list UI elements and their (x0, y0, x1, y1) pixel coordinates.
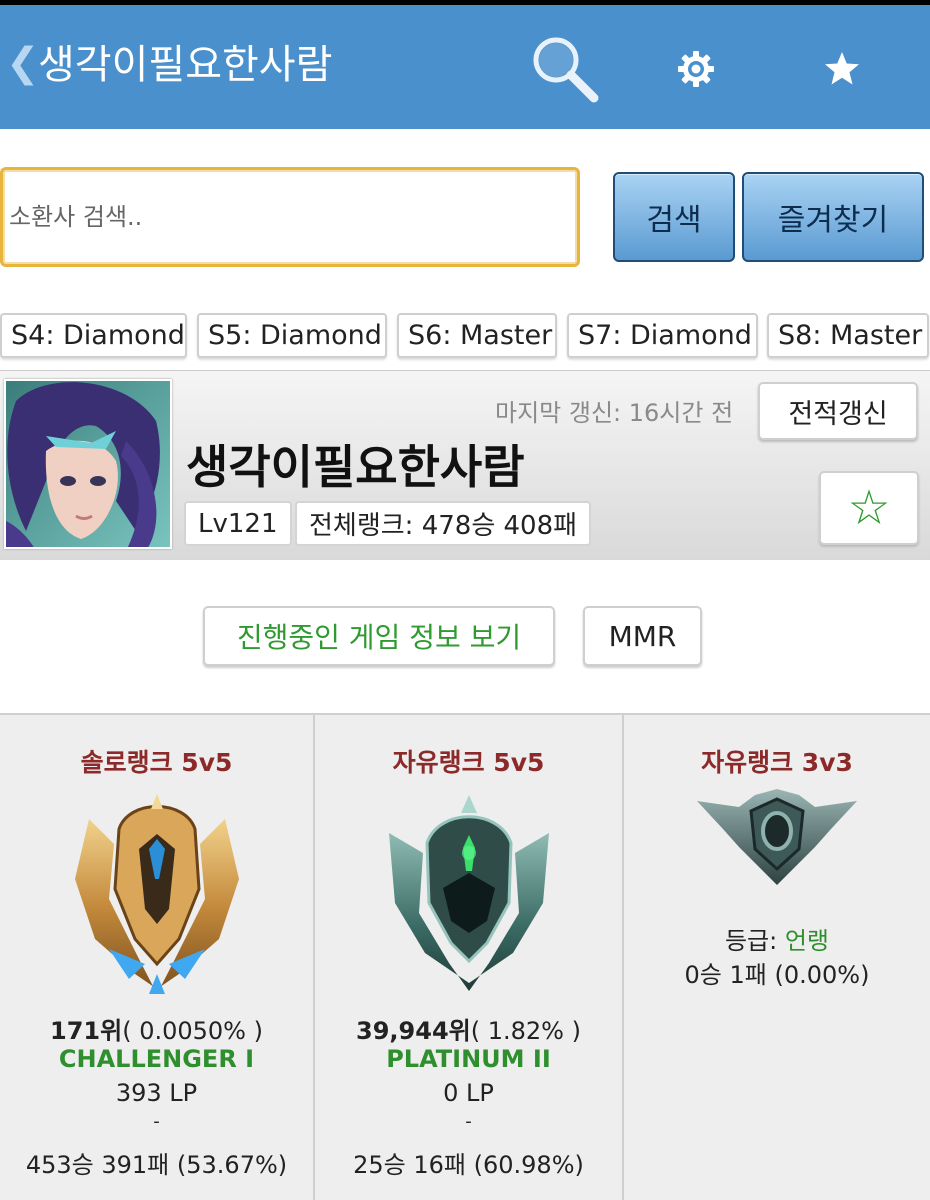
live-game-button[interactable]: 진행중인 게임 정보 보기 (203, 606, 555, 666)
app-header: ❮ 생각이필요한사람 (0, 5, 930, 129)
queue-title: 솔로랭크 5v5 (80, 748, 233, 777)
summoner-name: 생각이필요한사람 (186, 440, 525, 494)
search-icon[interactable] (525, 29, 605, 109)
rank-section: 솔로랭크 5v5 171위( 0.0050%) CHALLENGER I 39… (0, 713, 930, 1200)
win-loss-record: 25승 16패 (60.98%) (353, 1151, 584, 1179)
season-badge: S6: Master (397, 313, 557, 358)
rank-card-flex: 자유랭크 5v5 39,944위( 1.82% ) PLATINUM II 0 … (315, 715, 624, 1200)
rank-position: 39,944위( 1.82% ) (315, 1011, 622, 1046)
league-points: 0 LP (443, 1079, 494, 1107)
win-loss-record: 0승 1패 (0.00%) (684, 961, 870, 989)
grade-value: 언랭 (784, 927, 830, 955)
total-rank-badge: 전체랭크: 478승 408패 (295, 501, 592, 546)
favorite-star-button[interactable]: ☆ (819, 471, 919, 545)
ladder-rank: 39,944위 (356, 1017, 471, 1045)
rank-position: 171위( 0.0050% ) (0, 1011, 313, 1046)
star-icon[interactable] (802, 29, 882, 109)
season-badge: S7: Diamond (567, 313, 758, 358)
queue-title: 자유랭크 5v5 (392, 748, 545, 777)
last-update-text: 마지막 갱신: 16시간 전 (495, 399, 734, 427)
gear-icon[interactable] (656, 29, 736, 109)
profile-panel: 마지막 갱신: 16시간 전 전적갱신 생각이필요한사람 Lv121 전체랭크:… (0, 370, 930, 560)
platinum-emblem-icon (383, 793, 555, 997)
season-badge: S4: Diamond (0, 313, 187, 358)
ladder-rank: 171위 (50, 1017, 123, 1045)
queue-title: 자유랭크 3v3 (701, 748, 853, 777)
grade-label: 등급: (724, 927, 785, 955)
summoner-search-input[interactable] (0, 167, 580, 267)
star-outline-icon: ☆ (847, 480, 891, 536)
ladder-percent: ( 1.82% ) (470, 1017, 581, 1045)
ladder-percent: ( 0.0050% ) (122, 1017, 263, 1045)
back-icon[interactable]: ❮ (6, 43, 40, 83)
challenger-emblem-icon (69, 789, 245, 1003)
favorites-button[interactable]: 즐겨찾기 (742, 172, 924, 262)
season-badge: S8: Master (767, 313, 929, 358)
tier-label: PLATINUM II (386, 1045, 551, 1073)
unranked-emblem-icon (695, 787, 859, 895)
grade-line: 등급: 언랭 (624, 921, 930, 956)
mmr-button[interactable]: MMR (583, 606, 702, 666)
league-points: 393 LP (115, 1079, 198, 1107)
season-badge: S5: Diamond (197, 313, 387, 358)
page-title: 생각이필요한사람 (38, 42, 333, 88)
search-button[interactable]: 검색 (613, 172, 735, 262)
champion-avatar (4, 379, 172, 549)
rank-card-3v3: 자유랭크 3v3 등급: 언랭 0승 1패 (0.00%) (624, 715, 930, 1200)
refresh-record-button[interactable]: 전적갱신 (758, 382, 918, 440)
win-loss-record: 453승 391패 (53.67%) (25, 1151, 288, 1179)
separator-dash: - (465, 1111, 472, 1132)
separator-dash: - (153, 1111, 160, 1132)
rank-card-solo: 솔로랭크 5v5 171위( 0.0050%) CHALLENGER I 39… (0, 715, 315, 1200)
level-badge: Lv121 (184, 501, 292, 546)
tier-label: CHALLENGER I (58, 1045, 255, 1073)
